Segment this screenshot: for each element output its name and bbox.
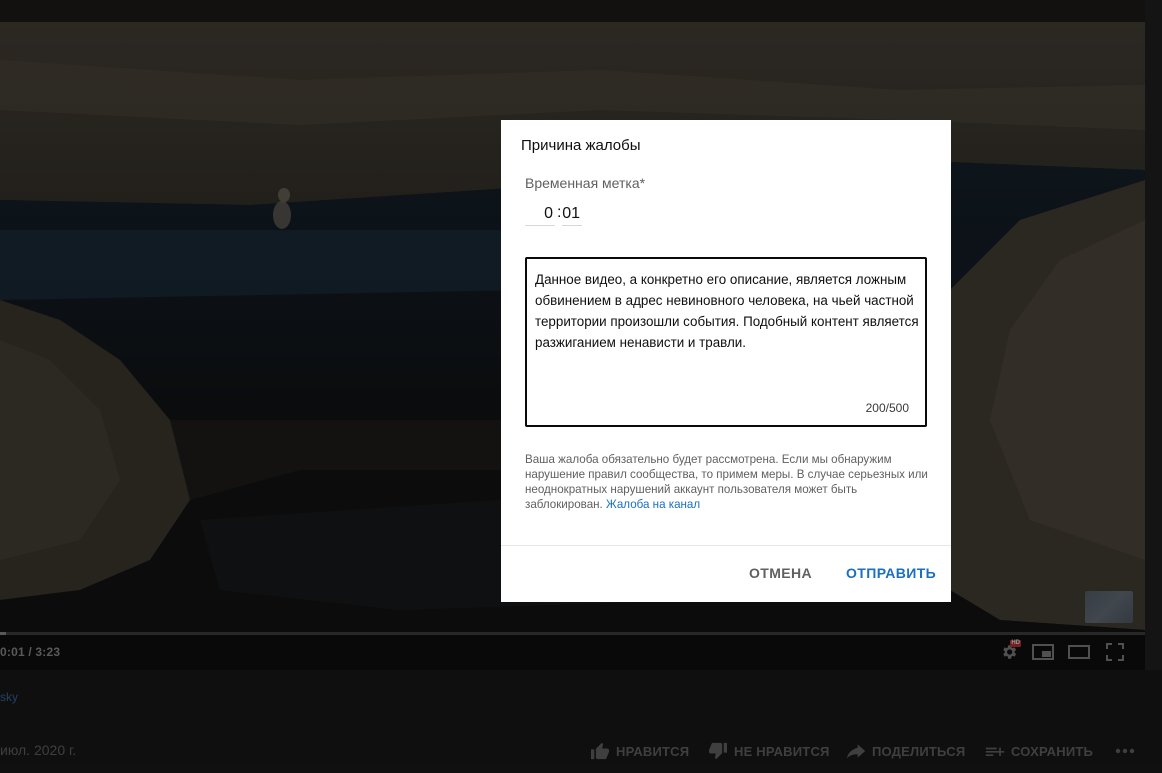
dialog-title: Причина жалобы [521,137,641,154]
dialog-divider [501,545,951,546]
timestamp-minutes-value: 0 [544,204,553,222]
cancel-button[interactable]: ОТМЕНА [749,565,812,581]
notice-text: Ваша жалоба обязательно будет рассмотрен… [525,453,928,511]
report-dialog: Причина жалобы Временная метка* 0 : 01 Д… [501,120,951,602]
submit-button[interactable]: ОТПРАВИТЬ [846,565,936,581]
report-description-text: Данное видео, а конкретно его описание, … [535,272,919,350]
timestamp-minutes-input[interactable]: 0 [525,202,555,226]
report-description-textarea[interactable]: Данное видео, а конкретно его описание, … [525,257,927,427]
timestamp-seconds-value: 01 [562,204,580,222]
char-counter: 200/500 [865,401,909,415]
timestamp-separator: : [557,204,562,221]
timestamp-label: Временная метка* [525,175,646,191]
timestamp-seconds-input[interactable]: 01 [562,202,582,226]
review-notice: Ваша жалоба обязательно будет рассмотрен… [525,452,935,512]
report-channel-link[interactable]: Жалоба на канал [606,498,700,511]
